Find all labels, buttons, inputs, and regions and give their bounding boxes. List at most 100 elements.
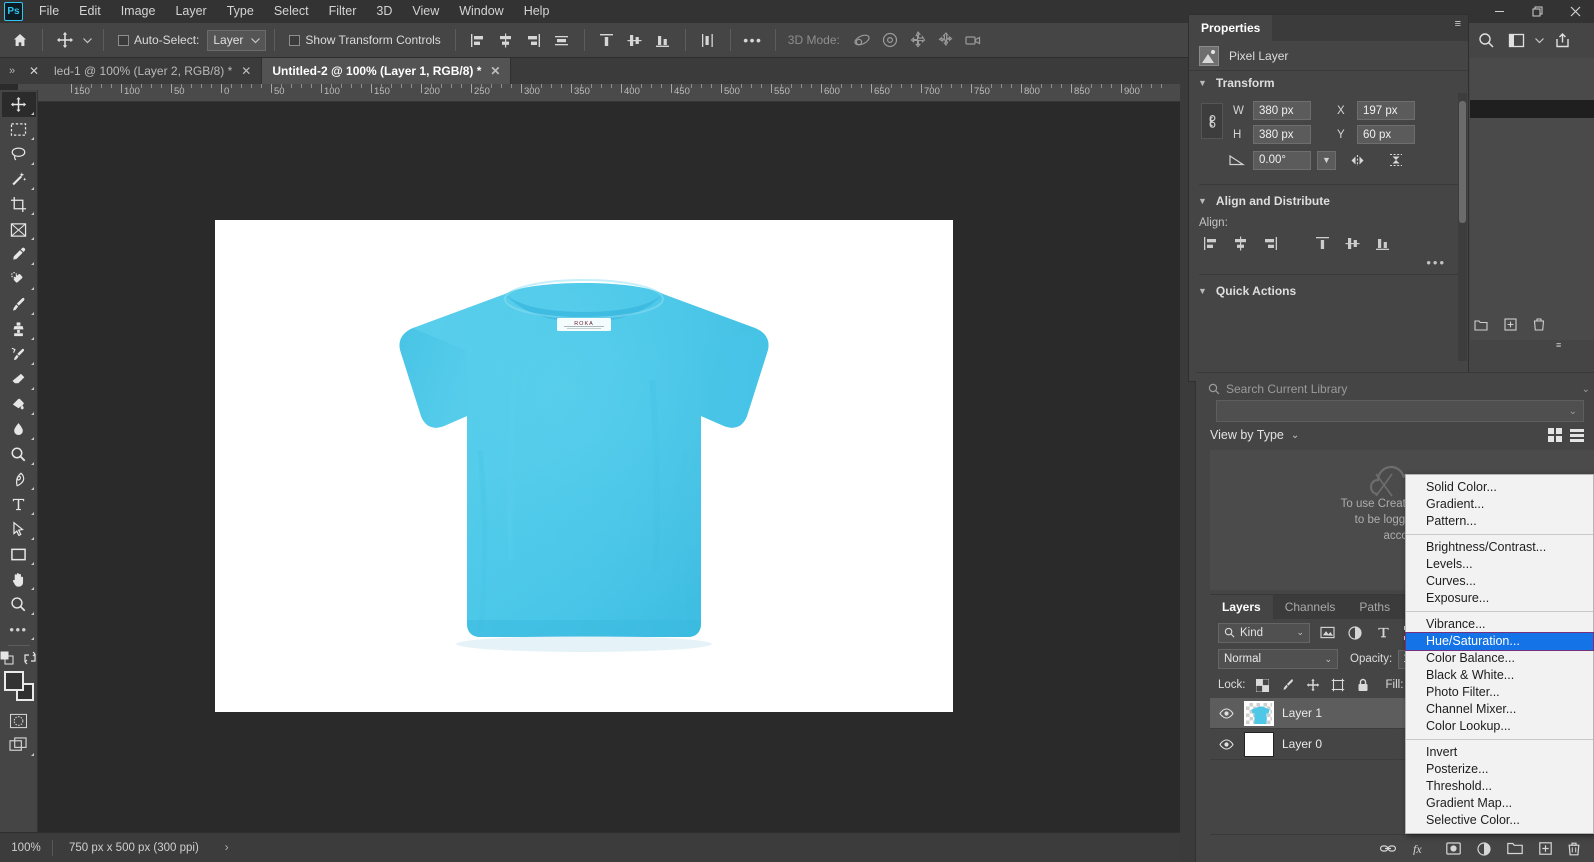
show-transform-checkbox[interactable] (289, 35, 300, 46)
align-right-edges-button[interactable] (520, 27, 548, 53)
new-layer-icon[interactable] (1504, 318, 1517, 331)
share-icon[interactable] (1548, 28, 1576, 54)
restore-button[interactable] (1518, 0, 1556, 23)
menu-item-help[interactable]: Help (514, 0, 560, 23)
y-input[interactable]: 60 px (1357, 125, 1415, 144)
chevron-down-icon[interactable]: ⌄ (1291, 430, 1299, 441)
3d-roll-icon[interactable] (876, 27, 904, 53)
transform-section-header[interactable]: ▼ Transform (1189, 71, 1468, 95)
libraries-select[interactable]: ⌄ (1216, 400, 1584, 422)
layer-thumbnail[interactable] (1244, 701, 1274, 726)
align-bottom-edges-button[interactable] (649, 27, 677, 53)
align-horizontal-centers-button[interactable] (492, 27, 520, 53)
gradient-tool[interactable] (2, 392, 36, 417)
3d-pan-icon[interactable] (904, 27, 932, 53)
view-by-type-label[interactable]: View by Type (1210, 428, 1284, 442)
height-input[interactable]: 380 px (1253, 125, 1311, 144)
3d-orbit-icon[interactable] (848, 27, 876, 53)
canvas-area[interactable]: ROKA (38, 102, 1180, 832)
quick-mask-button[interactable] (2, 708, 36, 733)
adjustment-menu-item-channel-mixer[interactable]: Channel Mixer... (1406, 701, 1593, 718)
chevron-down-icon[interactable]: ▼ (1198, 286, 1207, 296)
foreground-color-swatch[interactable] (4, 671, 24, 691)
menu-item-layer[interactable]: Layer (165, 0, 216, 23)
lock-position-icon[interactable] (1303, 675, 1323, 695)
document-tab-2[interactable]: Untitled-2 @ 100% (Layer 1, RGB/8) *✕ (262, 58, 511, 84)
menu-item-view[interactable]: View (402, 0, 449, 23)
menu-item-edit[interactable]: Edit (69, 0, 111, 23)
workspace-icon[interactable] (1502, 28, 1530, 54)
brush-tool[interactable] (2, 292, 36, 317)
panel-bg-menu-icon[interactable]: ≡ (1556, 344, 1561, 348)
adjustment-menu-item-hue-saturation[interactable]: Hue/Saturation... (1406, 633, 1593, 650)
tab-properties[interactable]: Properties (1189, 15, 1272, 41)
layer-mask-icon[interactable] (1446, 842, 1461, 855)
delete-layer-icon[interactable] (1533, 318, 1545, 331)
grid-view-icon[interactable] (1548, 428, 1562, 442)
chevron-down-icon[interactable]: ⌄ (1582, 384, 1590, 395)
3d-slide-icon[interactable] (932, 27, 960, 53)
chevron-down-icon[interactable]: ⌄ (1324, 654, 1332, 665)
hand-tool[interactable] (2, 567, 36, 592)
tab-close-left-icon[interactable]: ✕ (24, 58, 44, 84)
move-tool-icon[interactable] (51, 27, 79, 53)
path-selection-tool[interactable] (2, 517, 36, 542)
horizontal-ruler[interactable]: 1501005005010015020025030035040045050055… (38, 84, 1180, 102)
lock-artboard-icon[interactable] (1328, 675, 1348, 695)
artboard[interactable]: ROKA (215, 220, 953, 712)
auto-select-scope-dropdown[interactable]: Layer (207, 30, 266, 51)
chevron-down-icon[interactable]: ▼ (1198, 78, 1207, 88)
flip-vertical-icon[interactable] (1384, 150, 1408, 170)
history-brush-tool[interactable] (2, 342, 36, 367)
distribute-horizontal-button[interactable] (548, 27, 576, 53)
default-colors-icon[interactable] (0, 651, 14, 665)
pen-tool[interactable] (2, 467, 36, 492)
pixel-filter-icon[interactable] (1316, 623, 1338, 643)
screen-mode-button[interactable] (2, 733, 36, 758)
align-left-edges-button[interactable] (464, 27, 492, 53)
adjustment-menu-item-selective-color[interactable]: Selective Color... (1406, 812, 1593, 829)
minimize-button[interactable] (1480, 0, 1518, 23)
delete-layer-icon[interactable] (1568, 842, 1580, 856)
collapse-tabs-icon[interactable]: » (0, 58, 24, 84)
adjustment-menu-item-curves[interactable]: Curves... (1406, 573, 1593, 590)
layer-visibility-icon[interactable] (1216, 708, 1236, 719)
new-layer-icon[interactable] (1539, 842, 1552, 855)
panel-menu-icon[interactable]: ≡ (1455, 22, 1461, 26)
3d-camera-icon[interactable] (960, 27, 988, 53)
adjustment-menu-item-vibrance[interactable]: Vibrance... (1406, 616, 1593, 633)
adjustment-menu-item-brightness-contrast[interactable]: Brightness/Contrast... (1406, 539, 1593, 556)
new-group-icon[interactable] (1474, 319, 1488, 331)
link-layers-icon[interactable] (1380, 843, 1396, 854)
blur-tool[interactable] (2, 417, 36, 442)
lock-transparent-pixels-icon[interactable] (1253, 675, 1273, 695)
color-swatches[interactable] (4, 671, 34, 701)
lock-image-pixels-icon[interactable] (1278, 675, 1298, 695)
adjustment-menu-item-gradient[interactable]: Gradient... (1406, 496, 1593, 513)
clone-stamp-tool[interactable] (2, 317, 36, 342)
crop-tool[interactable] (2, 192, 36, 217)
adjustment-menu-item-invert[interactable]: Invert (1406, 744, 1593, 761)
type-tool[interactable] (2, 492, 36, 517)
show-transform-checkbox-group[interactable]: Show Transform Controls (289, 33, 440, 47)
eyedropper-tool[interactable] (2, 242, 36, 267)
align-top-edges-button[interactable] (1309, 231, 1335, 255)
align-right-edges-button[interactable] (1257, 231, 1283, 255)
adjustment-menu-item-threshold[interactable]: Threshold... (1406, 778, 1593, 795)
layers-tab-paths[interactable]: Paths (1347, 595, 1402, 619)
zoom-tool[interactable] (2, 592, 36, 617)
adjustment-menu-item-color-balance[interactable]: Color Balance... (1406, 650, 1593, 667)
align-top-edges-button[interactable] (593, 27, 621, 53)
link-wh-icon[interactable] (1201, 103, 1223, 139)
align-horizontal-centers-button[interactable] (1227, 231, 1253, 255)
blend-mode-dropdown[interactable]: Normal ⌄ (1218, 649, 1338, 669)
menu-item-3d[interactable]: 3D (366, 0, 402, 23)
menu-item-select[interactable]: Select (264, 0, 319, 23)
menu-item-file[interactable]: File (29, 0, 69, 23)
magic-wand-tool[interactable] (2, 167, 36, 192)
chevron-down-icon[interactable]: ⌄ (1569, 406, 1577, 417)
menu-item-window[interactable]: Window (449, 0, 513, 23)
document-tab-close-icon[interactable]: ✕ (241, 64, 251, 78)
adjustment-menu-item-pattern[interactable]: Pattern... (1406, 513, 1593, 530)
align-left-edges-button[interactable] (1197, 231, 1223, 255)
